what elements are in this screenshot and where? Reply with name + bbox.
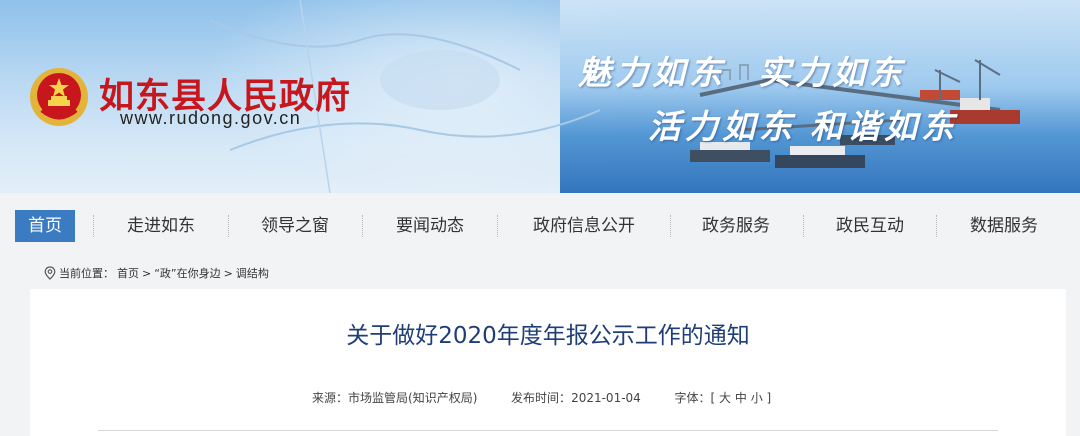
nav-separator <box>670 215 671 237</box>
slogan-1: 魅力如东 <box>578 53 726 92</box>
breadcrumb-link-home[interactable]: 首页 <box>117 265 139 281</box>
nav-item-about[interactable]: 走进如东 <box>110 210 212 242</box>
nav-item-gov-info[interactable]: 政府信息公开 <box>512 210 656 242</box>
date-value: 2021-01-04 <box>571 391 641 405</box>
national-emblem-icon <box>30 68 88 126</box>
breadcrumb: 当前位置： 首页 > “政”在你身边 > 调结构 <box>44 264 272 282</box>
location-pin-icon <box>44 266 56 280</box>
breadcrumb-separator: > <box>142 266 152 280</box>
nav-item-data[interactable]: 数据服务 <box>952 210 1056 242</box>
source-value: 市场监管局(知识产权局) <box>348 391 478 405</box>
article-meta: 来源：市场监管局(知识产权局) 发布时间：2021-01-04 字体：[ 大 中… <box>312 389 771 406</box>
font-size-medium-button[interactable]: 中 <box>735 391 747 405</box>
breadcrumb-prefix: 当前位置： <box>59 267 114 280</box>
nav-separator <box>228 215 229 237</box>
nav-separator <box>497 215 498 237</box>
nav-separator <box>362 215 363 237</box>
nav-item-interaction[interactable]: 政民互动 <box>818 210 922 242</box>
font-size-small-button[interactable]: 小 <box>751 391 763 405</box>
source-label: 来源： <box>312 391 349 405</box>
nav-separator <box>803 215 804 237</box>
date-label: 发布时间： <box>511 391 572 405</box>
site-url[interactable]: www.rudong.gov.cn <box>120 108 301 129</box>
breadcrumb-link-section[interactable]: “政”在你身边 <box>154 265 220 281</box>
font-size-label: 字体： <box>674 391 711 405</box>
nav-item-home[interactable]: 首页 <box>15 210 75 242</box>
slogan-4: 和谐如东 <box>810 107 958 146</box>
font-size-large-button[interactable]: 大 <box>719 391 731 405</box>
header-banner: 如东县人民政府 www.rudong.gov.cn 魅力如东 实力如东 活力如东… <box>0 0 1080 193</box>
font-size-open-bracket: [ <box>710 391 716 405</box>
nav-separator <box>93 215 94 237</box>
content-divider <box>98 430 998 431</box>
nav-item-news[interactable]: 要闻动态 <box>378 210 482 242</box>
main-nav: 首页 走进如东 领导之窗 要闻动态 政府信息公开 政务服务 政民互动 数据服务 <box>0 193 1080 261</box>
slogan-3: 活力如东 <box>648 107 796 146</box>
breadcrumb-link-current[interactable]: 调结构 <box>236 265 269 281</box>
nav-separator <box>936 215 937 237</box>
slogan-2: 实力如东 <box>758 53 906 92</box>
breadcrumb-separator: > <box>223 266 233 280</box>
nav-item-leaders[interactable]: 领导之窗 <box>244 210 346 242</box>
font-size-close-bracket: ] <box>766 391 772 405</box>
nav-item-services[interactable]: 政务服务 <box>684 210 788 242</box>
article-card: 关于做好2020年度年报公示工作的通知 来源：市场监管局(知识产权局) 发布时间… <box>30 289 1066 436</box>
article-title: 关于做好2020年度年报公示工作的通知 <box>346 323 750 349</box>
